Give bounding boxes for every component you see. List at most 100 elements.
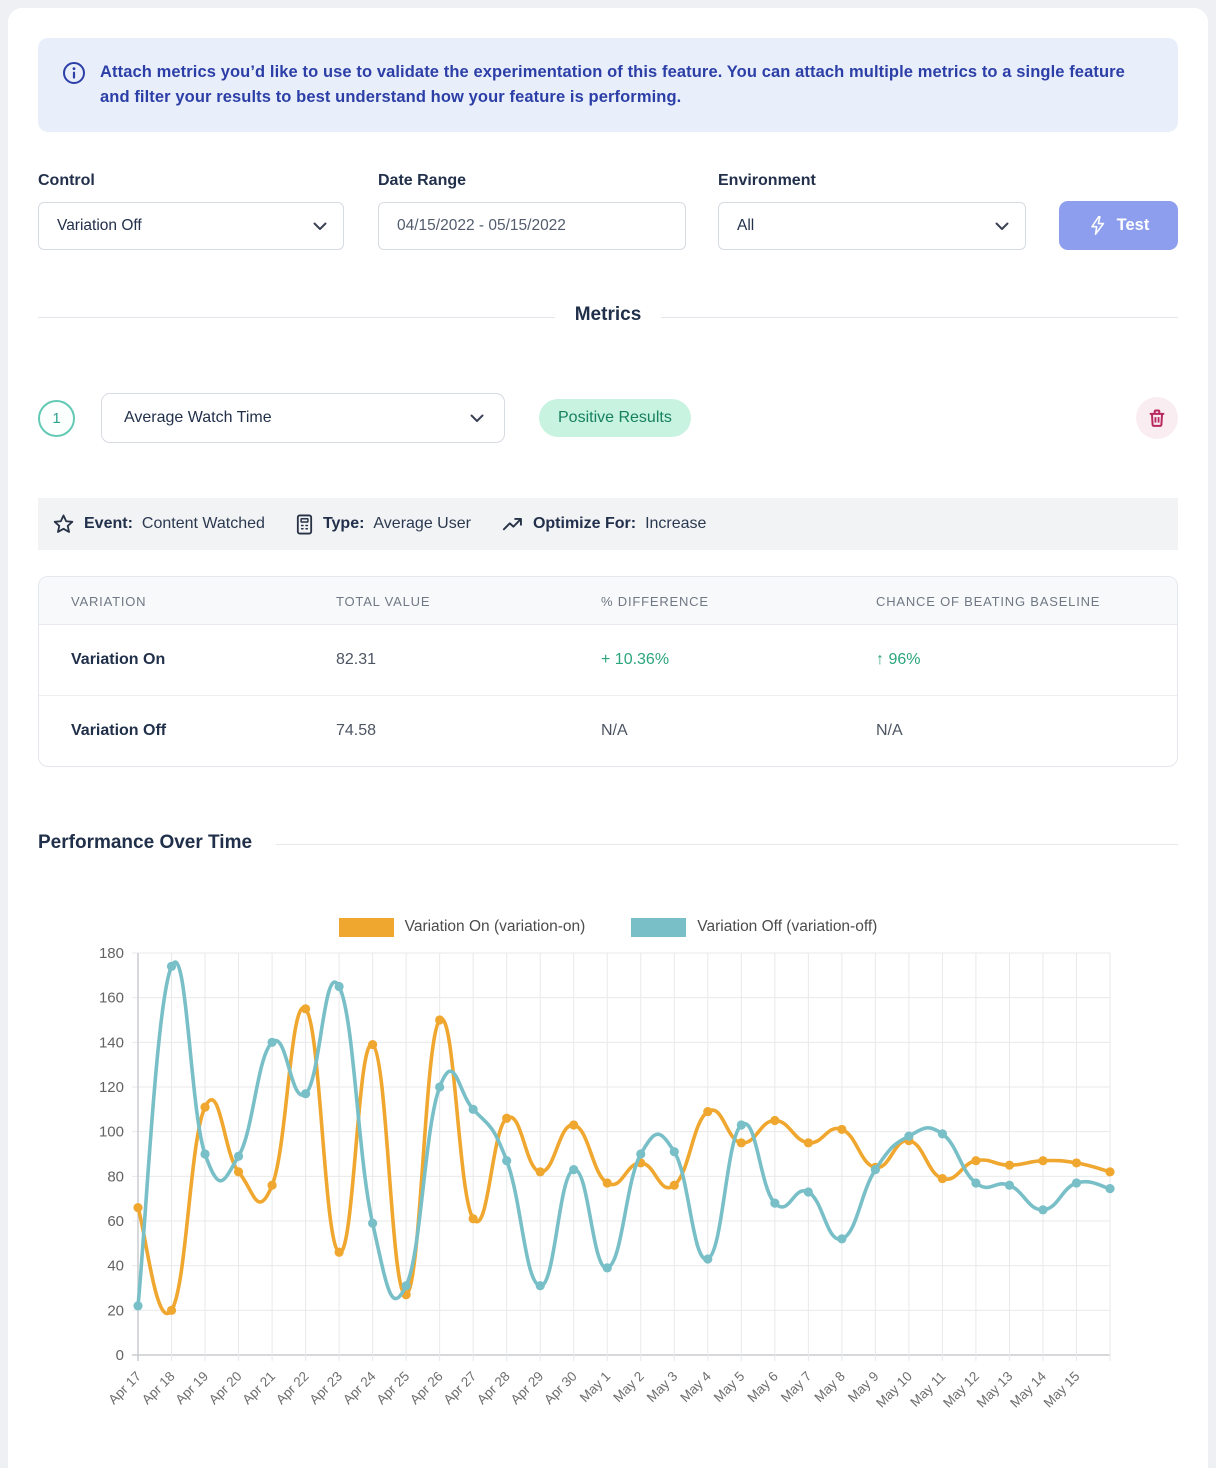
metrics-section-title: Metrics (555, 304, 662, 325)
metric-select[interactable]: Average Watch Time (101, 393, 505, 443)
data-point (1038, 1156, 1047, 1165)
table-cell: N/A (844, 696, 1178, 766)
svg-text:May 1: May 1 (577, 1369, 614, 1406)
data-point (971, 1178, 980, 1187)
data-point (368, 1040, 377, 1049)
svg-text:Apr 27: Apr 27 (441, 1369, 480, 1408)
data-point (938, 1174, 947, 1183)
table-cell: N/A (569, 696, 844, 766)
svg-text:May 5: May 5 (711, 1369, 748, 1406)
data-point (837, 1234, 846, 1243)
svg-text:Apr 24: Apr 24 (340, 1368, 379, 1407)
data-point (200, 1103, 209, 1112)
data-point (234, 1167, 243, 1176)
data-point (435, 1015, 444, 1024)
test-button-label: Test (1117, 216, 1150, 235)
data-point (402, 1281, 411, 1290)
data-point (569, 1165, 578, 1174)
data-point (1072, 1158, 1081, 1167)
lightning-bolt-icon (1088, 215, 1107, 236)
info-banner: Attach metrics you’d like to use to vali… (38, 38, 1178, 132)
info-banner-text: Attach metrics you’d like to use to vali… (100, 60, 1154, 110)
test-button[interactable]: Test (1059, 201, 1178, 250)
table-header-cell: % DIFFERENCE (569, 577, 844, 624)
trend-up-icon (501, 513, 524, 536)
legend-item[interactable]: Variation Off (variation-off) (631, 917, 877, 937)
svg-text:May 10: May 10 (873, 1369, 915, 1411)
performance-chart-svg: 020406080100120140160180Apr 17Apr 18Apr … (38, 945, 1178, 1451)
data-point (133, 1203, 142, 1212)
data-point (670, 1147, 679, 1156)
chevron-down-icon (470, 414, 484, 423)
main-panel: Attach metrics you’d like to use to vali… (8, 8, 1208, 1468)
control-label: Control (38, 172, 344, 190)
control-select-value: Variation Off (57, 217, 142, 235)
star-icon (52, 513, 75, 536)
legend-label: Variation Off (variation-off) (697, 918, 877, 936)
data-point (938, 1129, 947, 1138)
date-range-label: Date Range (378, 172, 686, 190)
table-row: Variation On82.31+ 10.36%↑ 96% (39, 625, 1177, 696)
data-point (469, 1214, 478, 1223)
legend-swatch (631, 918, 686, 937)
data-point (435, 1082, 444, 1091)
data-point (335, 1248, 344, 1257)
data-point (737, 1120, 746, 1129)
svg-text:80: 80 (107, 1168, 124, 1185)
data-point (234, 1152, 243, 1161)
svg-text:140: 140 (99, 1034, 124, 1051)
performance-section-header: Performance Over Time (38, 831, 1178, 855)
data-point (502, 1114, 511, 1123)
data-point (603, 1178, 612, 1187)
svg-text:120: 120 (99, 1079, 124, 1096)
data-point (301, 1004, 310, 1013)
svg-text:May 8: May 8 (811, 1369, 848, 1406)
svg-text:Apr 18: Apr 18 (139, 1369, 178, 1408)
svg-text:May 14: May 14 (1007, 1368, 1049, 1410)
data-point (1005, 1161, 1014, 1170)
svg-text:180: 180 (99, 945, 124, 962)
date-range-value: 04/15/2022 - 05/15/2022 (397, 217, 566, 235)
filters-row: Control Variation Off Date Range 04/15/2… (38, 172, 1178, 250)
svg-text:40: 40 (107, 1258, 124, 1275)
svg-text:May 4: May 4 (677, 1368, 714, 1405)
delete-metric-button[interactable] (1136, 397, 1178, 439)
data-point (536, 1167, 545, 1176)
table-cell: Variation Off (39, 696, 304, 766)
data-point (469, 1105, 478, 1114)
data-point (267, 1181, 276, 1190)
data-point (368, 1219, 377, 1228)
table-header-cell: TOTAL VALUE (304, 577, 569, 624)
chevron-down-icon (995, 222, 1009, 231)
svg-text:Apr 23: Apr 23 (306, 1369, 345, 1408)
date-range-input[interactable]: 04/15/2022 - 05/15/2022 (378, 202, 686, 250)
metric-type-detail: Type: Average User (295, 514, 471, 535)
data-point (904, 1132, 913, 1141)
data-point (804, 1138, 813, 1147)
data-point (971, 1156, 980, 1165)
data-point (133, 1301, 142, 1310)
environment-select[interactable]: All (718, 202, 1026, 250)
data-point (603, 1263, 612, 1272)
table-row: Variation Off74.58N/AN/A (39, 696, 1177, 766)
data-point (1038, 1205, 1047, 1214)
data-point (737, 1138, 746, 1147)
data-point (267, 1038, 276, 1047)
data-point (502, 1156, 511, 1165)
svg-text:May 6: May 6 (744, 1369, 781, 1406)
result-status-badge: Positive Results (539, 399, 691, 437)
control-select[interactable]: Variation Off (38, 202, 344, 250)
environment-select-value: All (737, 217, 754, 235)
data-point (670, 1181, 679, 1190)
metrics-section-divider: Metrics (38, 304, 1178, 330)
data-point (167, 1306, 176, 1315)
data-point (804, 1187, 813, 1196)
data-point (1072, 1178, 1081, 1187)
svg-text:Apr 25: Apr 25 (374, 1369, 413, 1408)
calculator-icon (295, 514, 314, 535)
metric-select-value: Average Watch Time (124, 409, 272, 427)
legend-item[interactable]: Variation On (variation-on) (339, 917, 586, 937)
svg-text:Apr 28: Apr 28 (474, 1369, 513, 1408)
table-cell: 82.31 (304, 625, 569, 695)
data-point (837, 1125, 846, 1134)
